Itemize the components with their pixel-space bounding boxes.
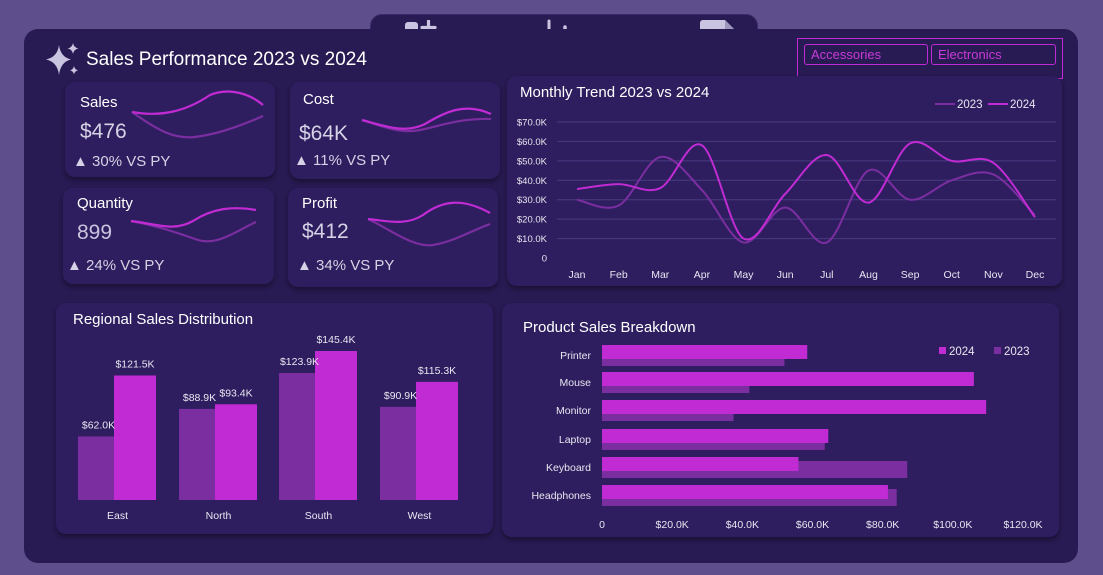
- kpi-card-sales: Sales $476 ▲ 30% VS PY: [65, 82, 275, 177]
- category-slicer: Accessories Electronics: [797, 38, 1063, 79]
- monthly-trend-panel: Monthly Trend 2023 vs 2024: [507, 76, 1062, 286]
- kpi-card-quantity: Quantity 899 ▲ 24% VS PY: [63, 188, 274, 284]
- chart-title: Regional Sales Distribution: [73, 311, 254, 328]
- sparkline-2024: [130, 207, 257, 228]
- dashboard-header: Sales Performance 2023 vs 2024: [44, 42, 367, 78]
- slicer-item-accessories[interactable]: Accessories: [804, 44, 928, 65]
- sparkline: [130, 207, 257, 243]
- sparkline-2023: [131, 111, 264, 139]
- page-title: Sales Performance 2023 vs 2024: [86, 49, 367, 70]
- sparkline: [131, 90, 264, 139]
- sparkline: [367, 201, 491, 247]
- sparkles-icon: [46, 43, 79, 75]
- sparkline-2024: [367, 201, 491, 223]
- sparkline: [361, 107, 492, 133]
- kpi-card-cost: Cost $64K ▲ 11% VS PY: [290, 82, 500, 179]
- kpi-card-profit: Profit $412 ▲ 34% VS PY: [288, 188, 498, 287]
- sparkline-2023: [367, 217, 491, 247]
- chart-title: Monthly Trend 2023 vs 2024: [520, 84, 710, 101]
- sparkline-2024: [131, 90, 264, 115]
- regional-sales-panel: Regional Sales Distribution: [56, 303, 493, 534]
- product-sales-panel: Product Sales Breakdown: [502, 303, 1059, 537]
- chart-title: Product Sales Breakdown: [523, 319, 696, 336]
- slicer-item-electronics[interactable]: Electronics: [931, 44, 1056, 65]
